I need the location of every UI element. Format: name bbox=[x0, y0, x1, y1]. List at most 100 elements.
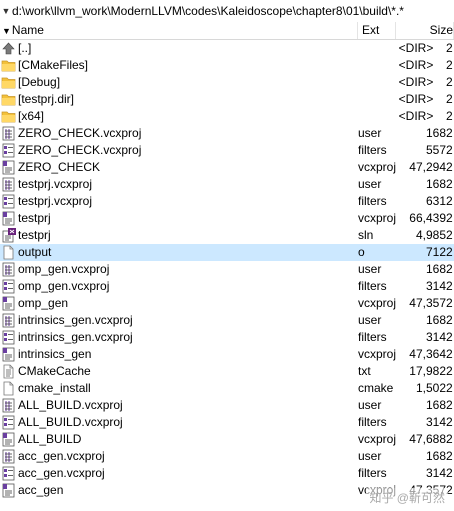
file-name: intrinsics_gen.vcxproj bbox=[18, 313, 133, 327]
vcxproj-filters-icon bbox=[1, 143, 16, 158]
watermark: 知乎 @靳可然 bbox=[366, 488, 448, 507]
file-date-partial: 2 bbox=[446, 109, 453, 123]
file-row[interactable]: [testprj.dir] <DIR> 2 bbox=[0, 91, 454, 108]
vcxproj-filters-icon bbox=[1, 330, 16, 345]
file-ext: user bbox=[358, 177, 382, 191]
file-row[interactable]: omp_gen vcxproj 47,357 2 bbox=[0, 295, 454, 312]
vcxproj-user-icon bbox=[1, 313, 16, 328]
file-name: omp_gen.vcxproj bbox=[18, 279, 110, 293]
vcxproj-filters-icon bbox=[1, 415, 16, 430]
file-size: <DIR> bbox=[398, 109, 434, 123]
file-name: [Debug] bbox=[18, 75, 61, 89]
up-arrow-icon bbox=[1, 41, 16, 56]
file-size: 168 bbox=[425, 262, 446, 276]
file-name: cmake_install bbox=[18, 381, 91, 395]
file-row[interactable]: [CMakeFiles] <DIR> 2 bbox=[0, 57, 454, 74]
file-date-partial: 2 bbox=[446, 262, 453, 276]
file-row[interactable]: omp_gen.vcxproj user 168 2 bbox=[0, 261, 454, 278]
file-ext: filters bbox=[358, 466, 387, 480]
file-row[interactable]: testprj.vcxproj filters 631 2 bbox=[0, 193, 454, 210]
file-ext: filters bbox=[358, 279, 387, 293]
file-date-partial: 2 bbox=[446, 75, 453, 89]
file-name: intrinsics_gen.vcxproj bbox=[18, 330, 133, 344]
vcxproj-icon bbox=[1, 211, 16, 226]
vcxproj-icon bbox=[1, 483, 16, 498]
file-ext: user bbox=[358, 126, 382, 140]
file-size: 314 bbox=[425, 330, 446, 344]
file-size: 168 bbox=[425, 398, 446, 412]
file-row[interactable]: [Debug] <DIR> 2 bbox=[0, 74, 454, 91]
file-date-partial: 2 bbox=[446, 330, 453, 344]
file-row[interactable]: acc_gen.vcxproj user 168 2 bbox=[0, 448, 454, 465]
column-size-header[interactable]: Size bbox=[396, 22, 454, 39]
file-name: testprj bbox=[18, 211, 51, 225]
file-size: 47,364 bbox=[409, 347, 446, 361]
text-file-icon bbox=[1, 364, 16, 379]
file-row[interactable]: cmake_install cmake 1,502 2 bbox=[0, 380, 454, 397]
file-row[interactable]: testprj.vcxproj user 168 2 bbox=[0, 176, 454, 193]
file-name: acc_gen.vcxproj bbox=[18, 466, 105, 480]
vcxproj-icon bbox=[1, 296, 16, 311]
file-row[interactable]: output o 712 2 bbox=[0, 244, 454, 261]
file-size: 314 bbox=[425, 466, 446, 480]
file-date-partial: 2 bbox=[446, 160, 453, 174]
file-row[interactable]: testprj vcxproj 66,439 2 bbox=[0, 210, 454, 227]
file-row[interactable]: [..] <DIR> 2 bbox=[0, 40, 454, 57]
file-ext: vcxproj bbox=[358, 296, 397, 310]
file-date-partial: 2 bbox=[446, 296, 453, 310]
file-size: 4,985 bbox=[415, 228, 446, 242]
folder-icon bbox=[1, 58, 16, 73]
file-row[interactable]: intrinsics_gen.vcxproj user 168 2 bbox=[0, 312, 454, 329]
file-date-partial: 2 bbox=[446, 398, 453, 412]
file-size: <DIR> bbox=[398, 58, 434, 72]
vcxproj-user-icon bbox=[1, 398, 16, 413]
file-row[interactable]: intrinsics_gen vcxproj 47,364 2 bbox=[0, 346, 454, 363]
file-date-partial: 2 bbox=[446, 449, 453, 463]
file-row[interactable]: ZERO_CHECK vcxproj 47,294 2 bbox=[0, 159, 454, 176]
file-size: 557 bbox=[425, 143, 446, 157]
file-row[interactable]: intrinsics_gen.vcxproj filters 314 2 bbox=[0, 329, 454, 346]
file-date-partial: 2 bbox=[446, 279, 453, 293]
file-name: ZERO_CHECK bbox=[18, 160, 101, 174]
folder-icon bbox=[1, 75, 16, 90]
file-size: <DIR> bbox=[398, 41, 434, 55]
file-row[interactable]: ZERO_CHECK.vcxproj user 168 2 bbox=[0, 125, 454, 142]
file-name: [testprj.dir] bbox=[18, 92, 75, 106]
file-date-partial: 2 bbox=[446, 347, 453, 361]
column-ext-header[interactable]: Ext bbox=[358, 22, 396, 39]
file-date-partial: 2 bbox=[446, 41, 453, 55]
vcxproj-filters-icon bbox=[1, 194, 16, 209]
file-ext: filters bbox=[358, 415, 387, 429]
file-ext: vcxproj bbox=[358, 160, 397, 174]
column-name-header[interactable]: ▼Name bbox=[0, 22, 358, 39]
file-name: testprj.vcxproj bbox=[18, 194, 93, 208]
file-row[interactable]: ALL_BUILD.vcxproj filters 314 2 bbox=[0, 414, 454, 431]
file-ext: filters bbox=[358, 330, 387, 344]
file-name: testprj bbox=[18, 228, 51, 242]
path-bar[interactable]: ▼ d:\work\llvm_work\ModernLLVM\codes\Kal… bbox=[0, 0, 454, 22]
file-size: <DIR> bbox=[398, 75, 434, 89]
file-ext: vcxproj bbox=[358, 432, 397, 446]
file-row[interactable]: ALL_BUILD vcxproj 47,688 2 bbox=[0, 431, 454, 448]
sln-icon bbox=[1, 228, 16, 243]
file-row[interactable]: omp_gen.vcxproj filters 314 2 bbox=[0, 278, 454, 295]
file-name: ALL_BUILD bbox=[18, 432, 82, 446]
file-size: 47,294 bbox=[409, 160, 446, 174]
folder-icon bbox=[1, 92, 16, 107]
file-row[interactable]: testprj sln 4,985 2 bbox=[0, 227, 454, 244]
file-row[interactable]: CMakeCache txt 17,982 2 bbox=[0, 363, 454, 380]
blank-file-icon bbox=[1, 381, 16, 396]
file-size: 168 bbox=[425, 449, 446, 463]
file-name: [x64] bbox=[18, 109, 45, 123]
file-row[interactable]: ALL_BUILD.vcxproj user 168 2 bbox=[0, 397, 454, 414]
file-row[interactable]: ZERO_CHECK.vcxproj filters 557 2 bbox=[0, 142, 454, 159]
path-dropdown-icon[interactable]: ▼ bbox=[0, 0, 12, 22]
file-name: testprj.vcxproj bbox=[18, 177, 93, 191]
file-date-partial: 2 bbox=[446, 245, 453, 259]
column-header: ▼Name Ext Size bbox=[0, 22, 454, 40]
file-row[interactable]: acc_gen.vcxproj filters 314 2 bbox=[0, 465, 454, 482]
file-row[interactable]: [x64] <DIR> 2 bbox=[0, 108, 454, 125]
file-ext: filters bbox=[358, 194, 387, 208]
file-size: 66,439 bbox=[409, 211, 446, 225]
file-ext: user bbox=[358, 449, 382, 463]
